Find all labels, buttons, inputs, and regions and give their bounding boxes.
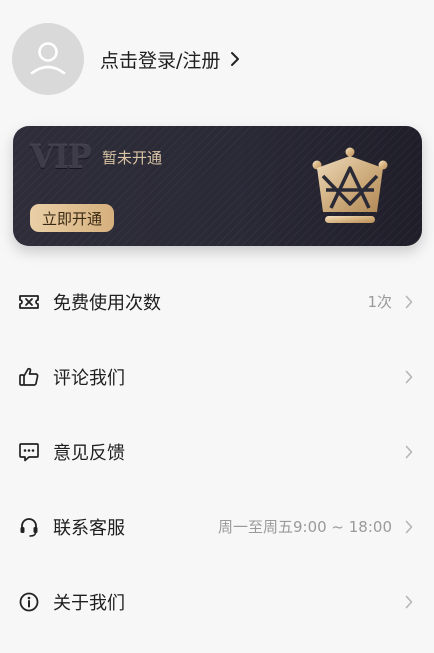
menu-item-label: 评论我们 [53,367,125,389]
activate-vip-button[interactable]: 立即开通 [30,204,114,232]
ticket-icon [18,291,40,313]
headset-icon [18,516,40,538]
menu-item-label: 关于我们 [53,592,125,614]
chevron-right-icon [230,51,240,67]
menu-item-customer-service[interactable]: 联系客服 周一至周五9:00 ~ 18:00 [0,489,434,564]
menu-item-free-uses[interactable]: 免费使用次数 1次 [0,264,434,339]
chevron-right-icon [404,295,414,309]
profile-header[interactable]: 点击登录/注册 [12,22,434,96]
chevron-right-icon [404,445,414,459]
thumbs-up-icon [18,366,40,388]
service-hours: 周一至周五9:00 ~ 18:00 [217,518,392,536]
free-uses-count: 1次 [367,293,392,311]
vip-status: 暂未开通 [102,149,163,167]
login-register-link[interactable]: 点击登录/注册 [100,46,240,73]
settings-menu: 免费使用次数 1次 评论我们 意见反馈 联系客服 周一至周五9:00 ~ 18:… [0,264,434,639]
menu-item-label: 免费使用次数 [53,292,161,314]
chat-bubble-icon [18,441,40,463]
vip-logo: VIP [30,138,92,176]
chevron-right-icon [404,595,414,609]
menu-item-feedback[interactable]: 意见反馈 [0,414,434,489]
chevron-right-icon [404,370,414,384]
menu-item-label: 意见反馈 [53,442,125,464]
info-icon [18,591,40,613]
menu-item-label: 联系客服 [53,517,125,539]
menu-item-rate-us[interactable]: 评论我们 [0,339,434,414]
user-avatar-icon[interactable] [12,23,84,95]
crown-icon [309,146,391,228]
login-label[interactable]: 点击登录/注册 [100,46,220,73]
chevron-right-icon [404,520,414,534]
vip-card[interactable]: VIP 暂未开通 立即开通 [13,126,422,246]
menu-item-about-us[interactable]: 关于我们 [0,564,434,639]
